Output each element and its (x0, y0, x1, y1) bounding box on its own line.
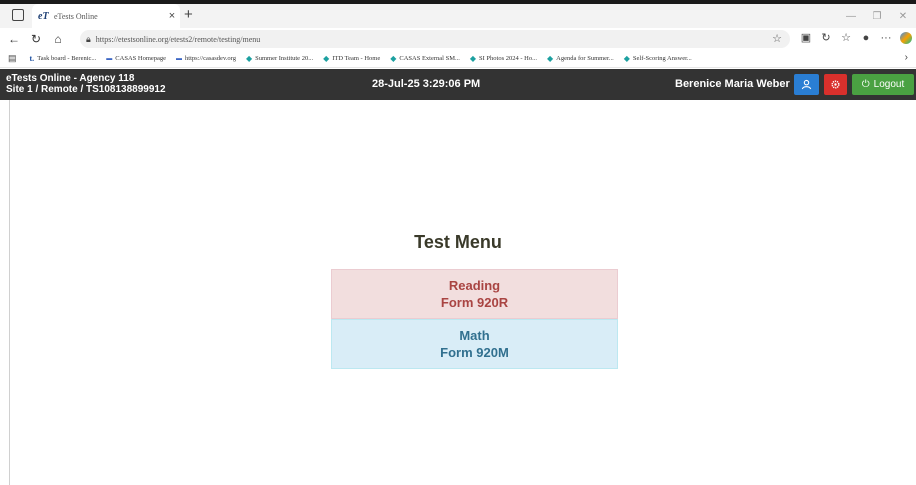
refresh-sync-icon[interactable]: ↻ (816, 31, 836, 44)
bookmark-task-board[interactable]: t. Task board - Berenic... (30, 54, 97, 63)
user-name: Berenice Maria Weber (675, 78, 790, 90)
bookmark-casas-homepage[interactable]: ▬ CASAS Homepage (106, 55, 166, 62)
favorites-icon[interactable]: ☆ (836, 31, 856, 44)
test-subject: Reading (448, 278, 501, 293)
tab-actions-icon[interactable] (12, 9, 24, 21)
test-reading-button[interactable]: Reading Form 920R (331, 269, 618, 319)
main-content: Test Menu Reading Form 920R Math Form 92… (10, 100, 916, 485)
bookmarks-bar: ▤ t. Task board - Berenic... ▬ CASAS Homep… (0, 50, 916, 68)
lock-icon[interactable]: 🔒︎ (86, 34, 91, 45)
copilot-icon[interactable] (900, 31, 912, 44)
browser-tab[interactable]: eT eTests Online × (32, 4, 180, 28)
browser-toolbar-icons: ▣ ↻ ☆ ● ··· (796, 31, 912, 44)
home-icon[interactable]: ⌂ (50, 32, 66, 46)
bookmark-casasdev[interactable]: ▬ https://casasdev.org (176, 55, 236, 62)
profile-avatar-icon[interactable]: ● (856, 32, 876, 44)
casas-icon: ▬ (176, 55, 183, 62)
taskboard-icon: t. (29, 54, 35, 63)
logout-label: Logout (873, 79, 905, 90)
restore-icon[interactable]: ❐ (864, 11, 890, 22)
etests-favicon-icon: eT (38, 10, 49, 22)
window-controls: — ❐ ✕ (838, 4, 916, 28)
test-form: Form 920M (440, 345, 509, 360)
page-title: Test Menu (414, 232, 502, 252)
bookmark-summer-institute[interactable]: ◆ Summer Institute 20... (246, 54, 313, 63)
teams-icon: ◆ (323, 54, 330, 63)
user-icon (801, 79, 812, 90)
profile-button[interactable] (794, 74, 819, 95)
teams-icon: ◆ (547, 54, 554, 63)
teams-icon: ◆ (245, 54, 253, 63)
test-form: Form 920R (440, 295, 509, 310)
test-math-button[interactable]: Math Form 920M (331, 319, 618, 369)
agency-info: eTests Online - Agency 118 Site 1 / Remo… (6, 73, 166, 95)
extension-icon[interactable]: ▣ (796, 31, 816, 44)
url-field[interactable]: 🔒︎ https://etestsonline.org/etests2/remo… (80, 30, 790, 48)
minimize-icon[interactable]: — (838, 11, 864, 22)
address-bar-row: ← ↻ ⌂ 🔒︎ https://etestsonline.org/etests… (0, 28, 916, 50)
close-window-icon[interactable]: ✕ (890, 11, 916, 22)
bookmark-si-photos[interactable]: ◆ SI Photos 2024 - Ho... (470, 54, 537, 63)
settings-button[interactable] (824, 74, 847, 95)
teams-icon: ◆ (469, 54, 477, 63)
power-icon: ⏻ (861, 79, 870, 90)
more-menu-icon[interactable]: ··· (876, 32, 896, 44)
back-icon[interactable]: ← (6, 32, 22, 46)
current-datetime: 28-Jul-25 3:29:06 PM (372, 78, 481, 90)
close-tab-icon[interactable]: × (164, 10, 180, 22)
logout-button[interactable]: ⏻ Logout (852, 74, 914, 95)
bookmark-folder-icon[interactable]: ▤ (8, 53, 20, 64)
bookmark-self-scoring[interactable]: ◆ Self-Scoring Answer... (624, 54, 692, 63)
favorite-star-icon[interactable]: ☆ (772, 32, 782, 45)
new-tab-button[interactable]: + (184, 6, 193, 23)
casas-icon: ▬ (106, 55, 113, 62)
site-info: Site 1 / Remote / TS108138899912 (6, 84, 166, 95)
gear-icon (831, 80, 840, 89)
app-header: eTests Online - Agency 118 Site 1 / Remo… (0, 69, 916, 100)
teams-icon: ◆ (623, 54, 630, 63)
browser-tab-strip: eT eTests Online × + — ❐ ✕ (0, 4, 916, 28)
agency-name: eTests Online - Agency 118 (6, 73, 135, 84)
tab-title: eTests Online (54, 11, 98, 21)
test-subject: Math (459, 328, 490, 343)
bookmark-casas-external[interactable]: ◆ CASAS External SM... (390, 54, 460, 63)
url-text: https://etestsonline.org/etests2/remote/… (95, 34, 261, 44)
teams-icon: ◆ (390, 54, 397, 63)
screen: eT eTests Online × + — ❐ ✕ ← ↻ ⌂ 🔒︎ http… (0, 0, 916, 485)
chevron-right-icon[interactable]: › (905, 52, 908, 63)
bookmark-itd-team[interactable]: ◆ ITD Team - Home (323, 54, 380, 63)
refresh-icon[interactable]: ↻ (28, 32, 44, 46)
bookmark-agenda[interactable]: ◆ Agenda for Summer... (547, 54, 614, 63)
